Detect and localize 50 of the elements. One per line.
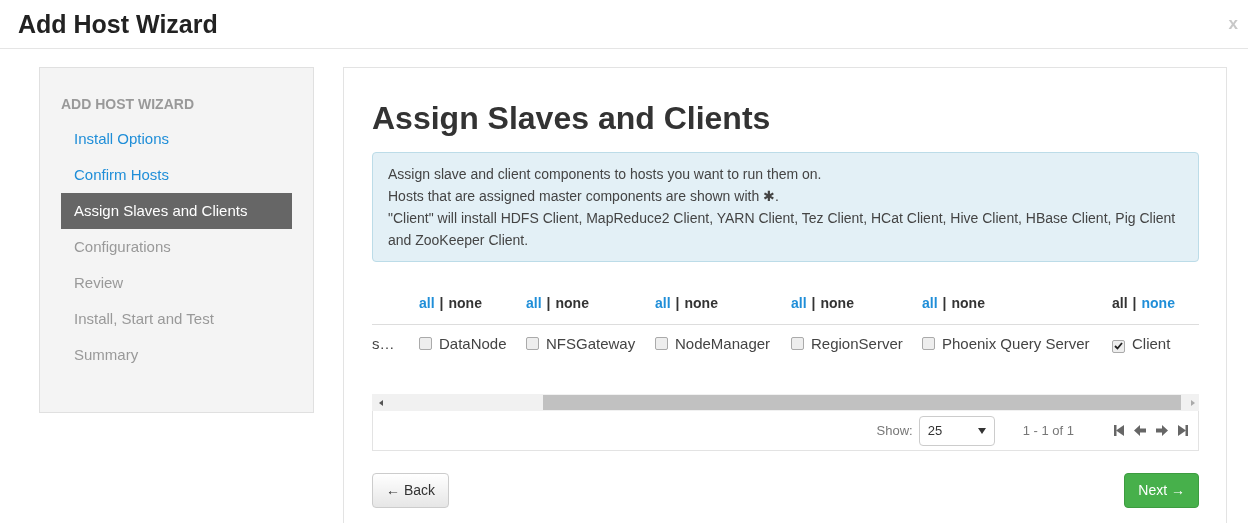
info-text: Assign slave and client components to hosts you want to run them on. (388, 165, 823, 184)
select-all-link[interactable]: all (791, 295, 807, 312)
select-all-link[interactable]: all (655, 295, 671, 312)
sidebar-step[interactable]: Configurations (61, 229, 292, 265)
checkbox[interactable] (526, 337, 539, 350)
checkbox[interactable] (791, 337, 804, 350)
component-label: RegionServer (811, 335, 903, 352)
info-text: "Client" will install HDFS Client, MapReduce2 Client, YARN Client, Tez Client, HCat Client, Hive Client, HBase Client, Pig Client and ZooKeeper Client. (388, 209, 1177, 250)
sidebar-step[interactable]: Review (61, 265, 292, 301)
select-all-link[interactable]: all (419, 295, 435, 312)
info-text: Hosts that are assigned master components are shown with ✱. (388, 187, 780, 206)
separator: | (439, 295, 444, 312)
separator: | (1132, 295, 1137, 312)
next-page-icon[interactable] (1156, 425, 1168, 436)
separator: | (942, 295, 947, 312)
caret-icon (977, 427, 986, 434)
next-button[interactable]: Next → (1124, 473, 1199, 508)
sidebar-step[interactable]: Install, Start and Test (61, 301, 292, 337)
sidebar-step[interactable]: Confirm Hosts (61, 157, 292, 193)
back-button[interactable]: ← Back (372, 473, 449, 508)
window-title: Add Host Wizard (18, 9, 218, 39)
scrollbar-thumb[interactable] (542, 395, 1182, 410)
sidebar-step[interactable]: Summary (61, 337, 292, 373)
sidebar-step[interactable]: Install Options (61, 121, 292, 157)
select-all-link[interactable]: all (922, 295, 938, 312)
separator: | (546, 295, 551, 312)
checkbox[interactable] (1112, 339, 1125, 353)
component-label: Client (1132, 335, 1171, 352)
page-title: Assign Slaves and Clients (372, 99, 772, 138)
select-none-link[interactable]: none (1141, 295, 1175, 312)
separator: | (811, 295, 816, 312)
separator: | (675, 295, 680, 312)
previous-page-icon[interactable] (1134, 425, 1146, 436)
component-label: Phoenix Query Server (942, 335, 1090, 352)
checkbox[interactable] (922, 337, 935, 350)
component-label: NFSGateway (546, 335, 636, 352)
checkbox[interactable] (655, 337, 668, 350)
show-label: Show: (876, 421, 913, 440)
checkbox[interactable] (419, 337, 432, 350)
component-label: NodeManager (675, 335, 771, 352)
sidebar-step[interactable]: Assign Slaves and Clients (61, 193, 292, 229)
sidebar-heading: ADD HOST WIZARD (61, 95, 195, 114)
horizontal-scrollbar[interactable] (372, 394, 1199, 411)
last-page-icon[interactable] (1178, 425, 1188, 436)
page-range: 1 - 1 of 1 (1022, 421, 1074, 440)
first-page-icon[interactable] (1114, 425, 1124, 436)
host-name: s… (372, 335, 395, 352)
page-size-select[interactable]: 25 (918, 415, 995, 446)
component-label: DataNode (439, 335, 507, 352)
select-all-link[interactable]: all (526, 295, 542, 312)
